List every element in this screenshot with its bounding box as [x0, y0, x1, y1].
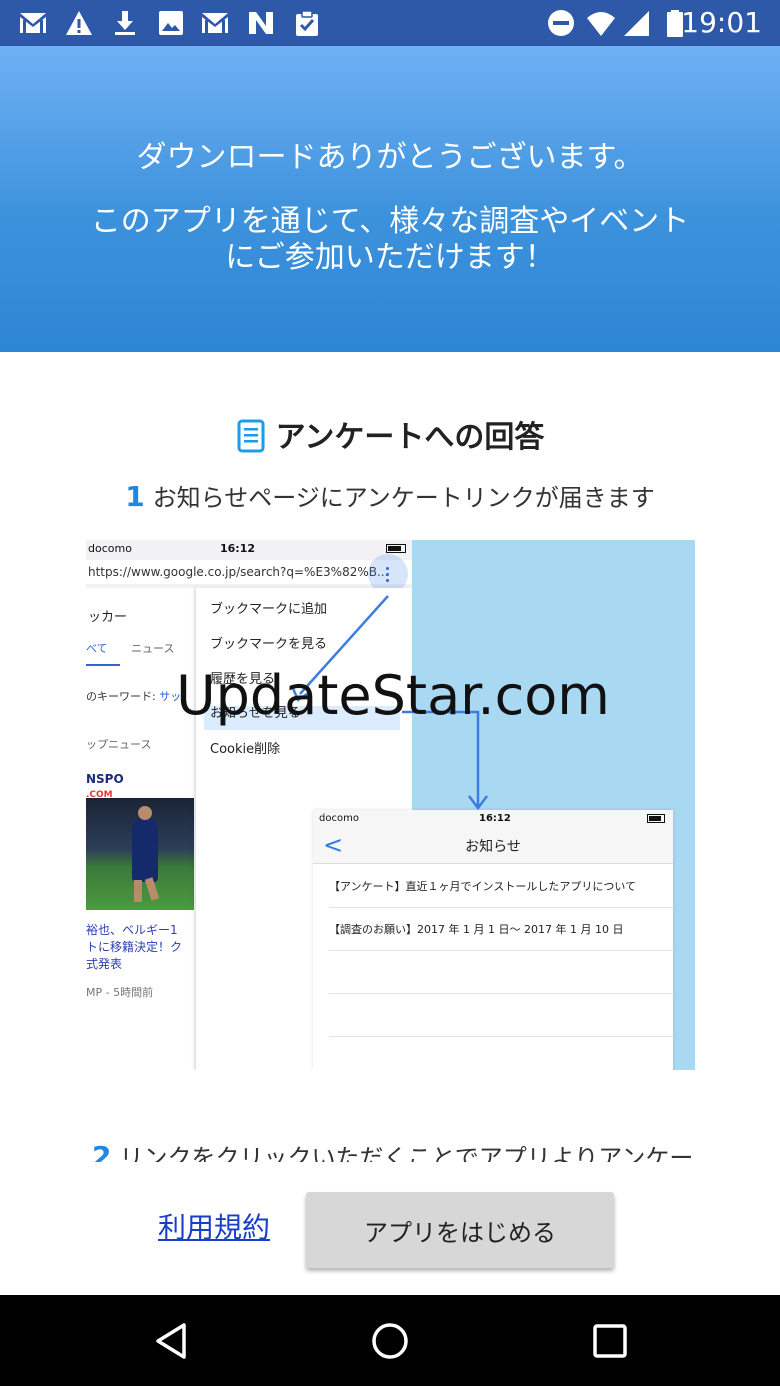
wifi-icon — [587, 12, 615, 36]
intro-message-line2: にご参加いただけます！ — [225, 240, 555, 275]
recents-icon[interactable] — [580, 1311, 640, 1371]
thanks-message: ダウンロードありがとうございます。 — [136, 140, 644, 175]
status-bar: 19:01 — [0, 0, 780, 46]
step-1: 1 お知らせページにアンケートリンクが届きます — [0, 480, 780, 515]
action-bar: 利用規約 アプリをはじめる — [0, 1162, 780, 1295]
gmail-icon — [20, 13, 46, 33]
step-2-number: 2 — [92, 1140, 112, 1162]
back-icon[interactable] — [142, 1311, 202, 1371]
do-not-disturb-icon — [548, 10, 574, 36]
section-title: アンケートへの回答 — [0, 418, 780, 458]
step-1-number: 1 — [125, 480, 145, 513]
welcome-header: ダウンロードありがとうございます。 このアプリを通じて、様々な調査やイベント に… — [0, 46, 780, 352]
gmail-icon — [202, 13, 228, 33]
image-icon — [159, 11, 183, 35]
guide-arrows — [290, 595, 488, 811]
intro-message: このアプリを通じて、様々な調査やイベント にご参加いただけます！ — [0, 204, 780, 276]
home-icon[interactable] — [360, 1311, 420, 1371]
warning-icon — [66, 11, 92, 35]
step-1-text: お知らせページにアンケートリンクが届きます — [152, 484, 655, 512]
section-title-text: アンケートへの回答 — [275, 420, 545, 455]
system-nav-bar — [0, 1295, 780, 1386]
step-2-text: リンクをクリックいただくことでアプリよりアンケー — [119, 1144, 694, 1162]
app-n-icon — [249, 12, 273, 34]
signal-icon — [624, 11, 649, 36]
app-screen: 19:01 ダウンロードありがとうございます。 このアプリを通じて、様々な調査や… — [0, 0, 780, 1386]
intro-message-line1: このアプリを通じて、様々な調査やイベント — [90, 204, 690, 239]
terms-link[interactable]: 利用規約 — [158, 1210, 270, 1246]
start-app-button[interactable]: アプリをはじめる — [306, 1192, 614, 1268]
watermark: UpdateStar.com — [176, 664, 610, 727]
clipboard-check-icon — [296, 10, 318, 36]
clock: 19:01 — [681, 6, 762, 39]
scroll-content[interactable]: アンケートへの回答 1 お知らせページにアンケートリンクが届きます docomo … — [0, 352, 780, 1162]
download-icon — [115, 11, 135, 35]
step-2: 2 リンクをクリックいただくことでアプリよりアンケー — [92, 1140, 780, 1162]
tutorial-illustration: docomo 16:12 https://www.google.co.jp/se… — [86, 540, 695, 1070]
document-icon — [237, 419, 265, 452]
